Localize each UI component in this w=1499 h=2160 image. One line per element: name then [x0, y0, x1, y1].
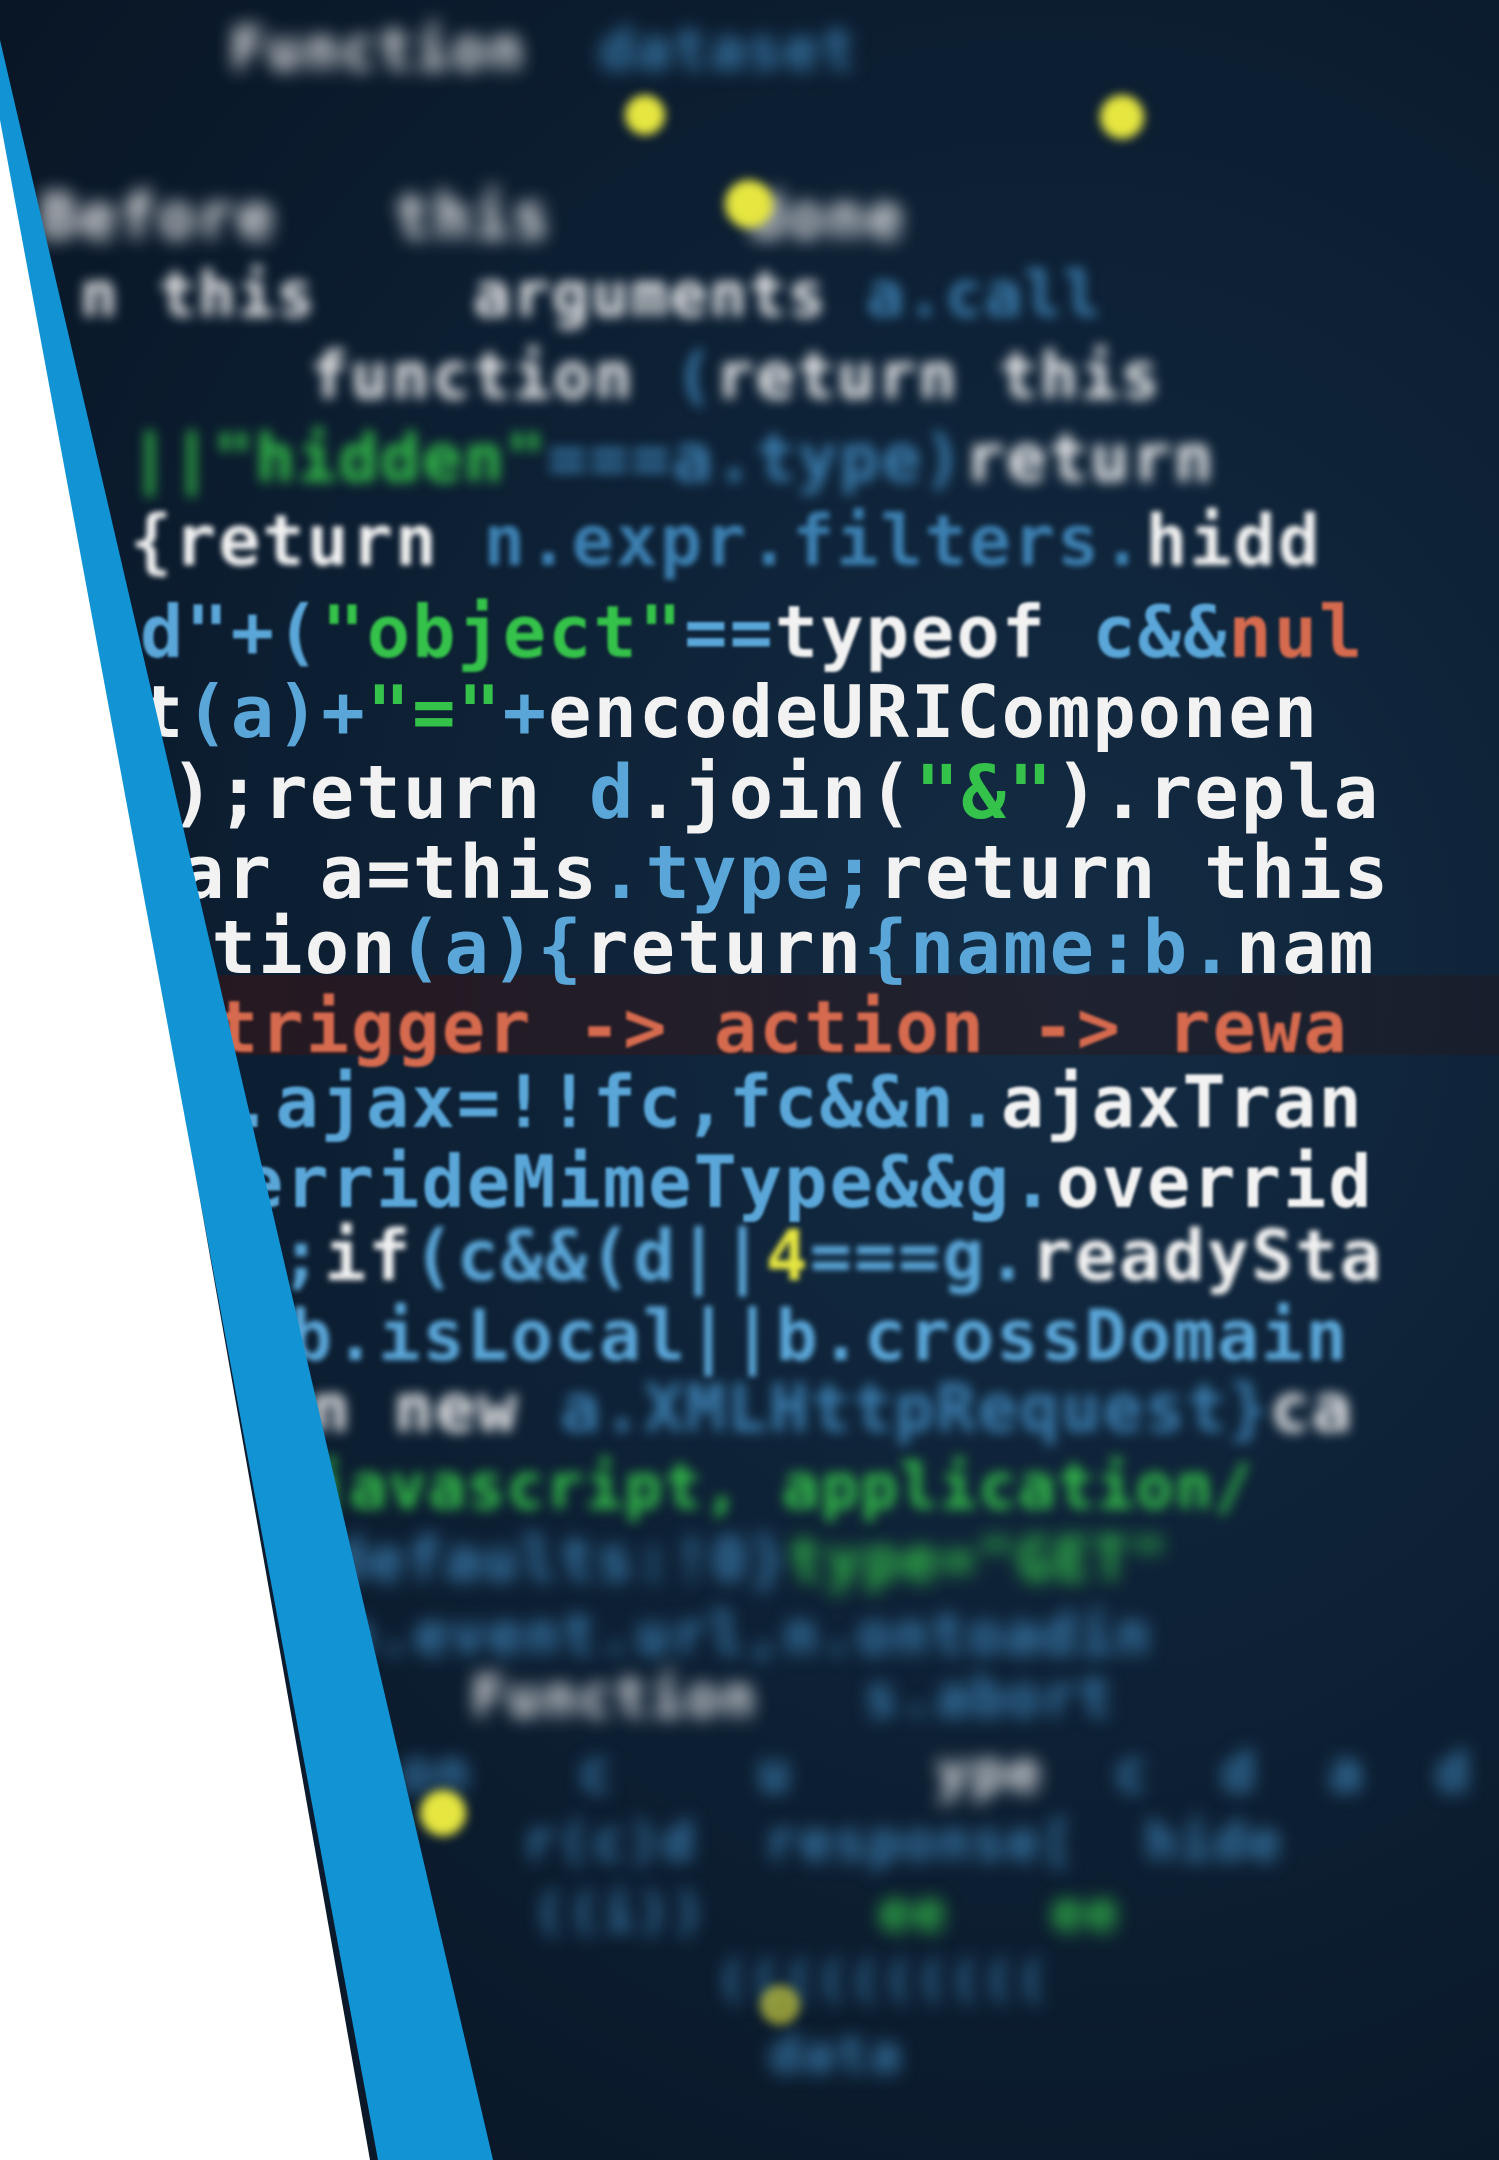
- white-diagonal-panel: [0, 0, 493, 2160]
- photo-scene: Function dataset Before this done n this…: [0, 0, 1499, 2160]
